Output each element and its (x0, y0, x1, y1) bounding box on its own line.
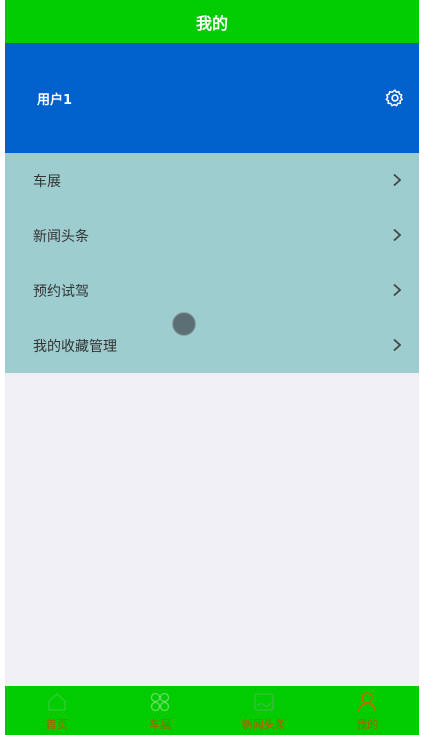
menu-item-news[interactable]: 新闻头条 (5, 208, 419, 263)
menu-item-test-drive[interactable]: 预约试驾 (5, 263, 419, 318)
menu-item-label: 预约试驾 (33, 284, 89, 300)
tab-label: 首页 (45, 718, 68, 731)
home-icon (48, 693, 66, 711)
chevron-right-icon (393, 228, 402, 242)
gear-icon (385, 89, 403, 107)
chevron-right-icon (393, 173, 402, 187)
page-title: 我的 (195, 13, 228, 33)
settings-button[interactable] (385, 88, 405, 108)
menu-list: 车展 新闻头条 预约试驾 我的收藏管理 (5, 153, 419, 373)
tab-label: 新闻头条 (241, 718, 286, 731)
news-icon (254, 693, 274, 711)
username-label: 用户1 (37, 93, 73, 108)
tab-car-show[interactable]: 车展 (109, 686, 213, 735)
tab-news[interactable]: 新闻头条 (212, 686, 316, 735)
top-header: 我的 (5, 0, 419, 43)
chevron-right-icon (393, 338, 402, 352)
tab-label: 我的 (356, 718, 379, 731)
user-panel: 用户1 (5, 43, 419, 153)
bottom-tab-bar: 首页 车展 新闻头条 我的 (5, 686, 419, 735)
menu-item-car-show[interactable]: 车展 (5, 153, 419, 208)
menu-item-label: 我的收藏管理 (33, 339, 117, 355)
tab-mine[interactable]: 我的 (316, 686, 420, 735)
app-frame: 我的 用户1 车展 新闻头条 预约试驾 我的收藏管理 首页 车展 新闻头条 我的 (5, 0, 419, 735)
person-icon (358, 692, 377, 713)
menu-item-favorites[interactable]: 我的收藏管理 (5, 318, 419, 373)
menu-item-label: 车展 (33, 174, 61, 190)
touch-indicator (172, 312, 196, 336)
tab-home[interactable]: 首页 (5, 686, 109, 735)
menu-item-label: 新闻头条 (33, 229, 89, 245)
chevron-right-icon (393, 283, 402, 297)
tab-label: 车展 (149, 718, 172, 731)
grid-icon (151, 692, 170, 712)
